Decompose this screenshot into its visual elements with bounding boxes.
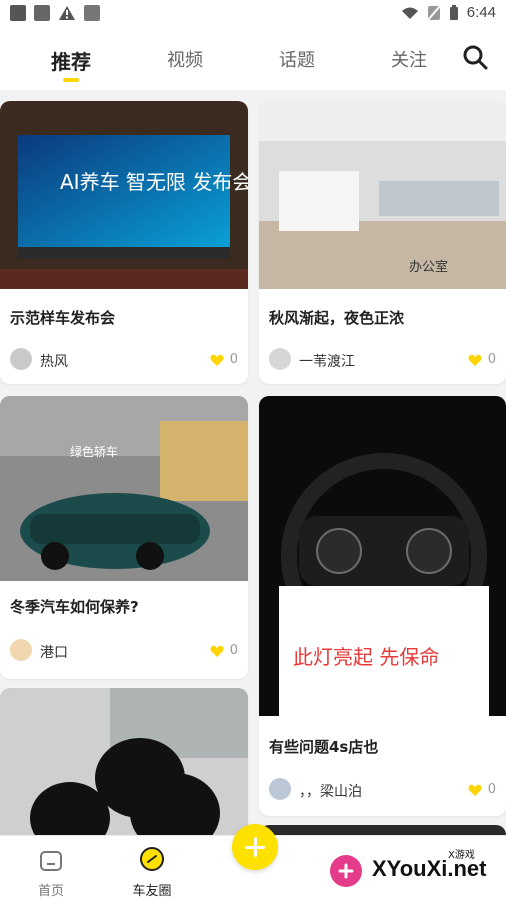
post-title: 冬季汽车如何保养?: [10, 598, 139, 616]
wifi-icon: [401, 7, 418, 19]
post-card[interactable]: 绿色轿车 冬季汽车如何保养? 港口 0: [0, 396, 248, 679]
warning-icon: [59, 6, 75, 20]
heart-icon: [210, 354, 224, 366]
post-author: 港口: [40, 645, 68, 661]
post-title: 示范样车发布会: [10, 309, 116, 327]
nav-community-label: 车友圈: [132, 884, 172, 899]
status-time: 6:44: [466, 4, 496, 21]
nav-home[interactable]: 首页: [11, 846, 91, 899]
heart-icon: [468, 354, 482, 366]
community-icon: [140, 847, 164, 871]
post-card[interactable]: [259, 825, 506, 835]
post-card[interactable]: 此灯亮起 先保命 有些问题4s店也 ，，梁山泊 0: [259, 396, 506, 816]
status-left-icons: [10, 5, 100, 21]
post-image: 轮胎: [0, 688, 248, 835]
post-image: 办公室: [259, 101, 506, 289]
plus-icon: [245, 837, 265, 857]
like-count[interactable]: 0: [468, 782, 496, 797]
square-icon: [34, 5, 50, 21]
post-card[interactable]: AI养车 智无限 发布会 屏幕 示范样车发布会 热风 0: [0, 101, 248, 384]
heart-icon: [468, 784, 482, 796]
post-card[interactable]: 办公室 秋风渐起，夜色正浓 一苇渡江 0: [259, 101, 506, 384]
watermark-logo: XYouXi.net X游戏: [328, 846, 498, 892]
like-count-value: 0: [487, 352, 496, 367]
like-count[interactable]: 0: [210, 352, 238, 367]
post-image: 此灯亮起 先保命: [259, 396, 506, 716]
post-author: 热风: [40, 354, 68, 370]
tab-topics[interactable]: 话题: [279, 46, 315, 72]
tab-recommended[interactable]: 推荐: [51, 46, 91, 75]
post-author: 一苇渡江: [299, 354, 355, 370]
watermark-subtext: X游戏: [448, 848, 475, 861]
post-image: AI养车 智无限 发布会 屏幕: [0, 101, 248, 289]
nav-community[interactable]: 车友圈: [112, 846, 192, 899]
status-bar: 6:44: [0, 0, 506, 28]
post-image-text: AI养车 智无限 发布会 屏幕: [60, 170, 248, 194]
a-icon: [84, 5, 100, 21]
tab-video[interactable]: 视频: [167, 46, 203, 72]
like-count-value: 0: [229, 352, 238, 367]
like-count-value: 0: [487, 782, 496, 797]
image-icon: [10, 5, 26, 21]
avatar: [269, 348, 291, 370]
avatar: [269, 778, 291, 800]
like-count[interactable]: 0: [210, 643, 238, 658]
post-image-text: 绿色轿车: [70, 444, 118, 459]
avatar: [10, 639, 32, 661]
battery-icon: [449, 4, 458, 20]
post-author: ，，梁山泊: [299, 784, 362, 800]
nav-home-label: 首页: [37, 884, 64, 899]
post-image-text: 办公室: [409, 259, 448, 275]
post-image: 绿色轿车: [0, 396, 248, 581]
home-icon: [40, 851, 62, 871]
tab-follow[interactable]: 关注: [391, 46, 427, 72]
post-title: 秋风渐起，夜色正浓: [269, 309, 405, 327]
like-count-value: 0: [229, 643, 238, 658]
like-count[interactable]: 0: [468, 352, 496, 367]
avatar: [10, 348, 32, 370]
post-image: [259, 825, 506, 835]
sim-off-icon: [427, 4, 441, 21]
bottom-navigation: 首页 车友圈 XYouXi.net X游戏: [0, 824, 506, 901]
post-card[interactable]: 轮胎: [0, 688, 248, 835]
status-right-icons: 6:44: [401, 4, 496, 21]
heart-icon: [210, 645, 224, 657]
watermark-graphic: XYouXi.net X游戏: [330, 848, 487, 887]
add-post-button[interactable]: [232, 824, 278, 870]
search-icon[interactable]: [462, 44, 488, 70]
post-title: 有些问题4s店也: [269, 738, 379, 756]
post-image-text: 此灯亮起 先保命: [293, 645, 439, 669]
tab-indicator: [63, 78, 79, 82]
feed-grid: AI养车 智无限 发布会 屏幕 示范样车发布会 热风 0 办公室 秋风渐起，夜色…: [0, 95, 506, 835]
